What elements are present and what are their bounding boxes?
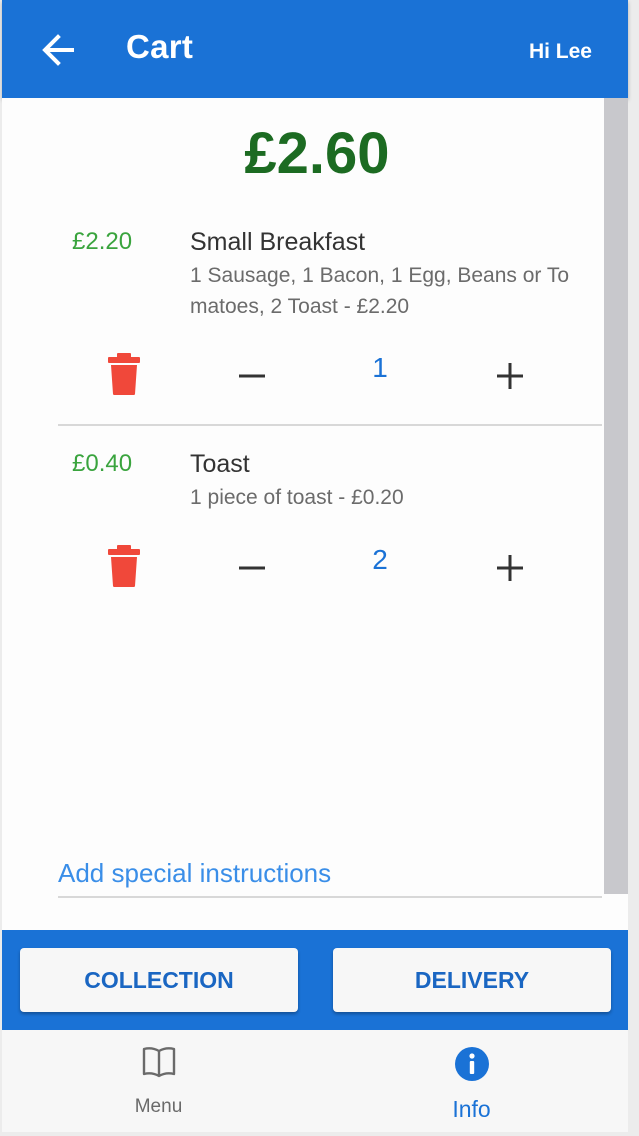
plus-icon: [497, 555, 523, 581]
book-icon: [142, 1047, 175, 1078]
minus-icon: [239, 566, 265, 570]
item-description: 1 piece of toast - £0.20: [190, 486, 404, 509]
increase-quantity-button[interactable]: [492, 550, 528, 586]
instructions-divider: [58, 896, 602, 898]
increase-quantity-button[interactable]: [492, 358, 528, 394]
quantity-value: 1: [372, 352, 388, 383]
quantity-value: 2: [372, 544, 388, 575]
minus-icon: [239, 374, 265, 378]
trash-icon: [108, 545, 140, 587]
collection-button[interactable]: COLLECTION: [20, 948, 298, 1012]
arrow-left-icon: [42, 34, 74, 66]
delivery-button[interactable]: DELIVERY: [333, 948, 611, 1012]
nav-item-info[interactable]: Info: [315, 1030, 628, 1132]
item-price: £0.40: [72, 450, 133, 477]
item-divider: [58, 424, 602, 426]
nav-label-menu: Menu: [134, 1096, 183, 1117]
order-type-bar: COLLECTION DELIVERY: [2, 930, 628, 1030]
cart-content: £2.60 £2.20 Small Breakfast 1 Sausage, 1…: [2, 98, 604, 930]
quantity-controls: 1: [58, 352, 602, 402]
scrollbar[interactable]: [604, 98, 628, 894]
back-button[interactable]: [38, 30, 78, 70]
app-bar: Cart Hi Lee: [2, 0, 628, 98]
bottom-navigation: Menu Info: [2, 1030, 628, 1132]
item-description: 1 Sausage, 1 Bacon, 1 Egg, Beans or Toma…: [190, 264, 570, 318]
decrease-quantity-button[interactable]: [234, 358, 270, 394]
cart-total: £2.60: [244, 121, 390, 186]
info-icon: [454, 1047, 489, 1081]
app-frame: Cart Hi Lee £2.60 £2.20 Small Breakfast …: [2, 0, 628, 1132]
item-name: Small Breakfast: [190, 228, 366, 256]
decrease-quantity-button[interactable]: [234, 550, 270, 586]
add-special-instructions-link[interactable]: Add special instructions: [58, 858, 331, 889]
item-price: £2.20: [72, 228, 133, 255]
page-title: Cart: [126, 28, 194, 65]
nav-item-menu[interactable]: Menu: [2, 1030, 315, 1132]
plus-icon: [497, 363, 523, 389]
delete-item-button[interactable]: [106, 352, 142, 396]
delete-item-button[interactable]: [106, 544, 142, 588]
trash-icon: [108, 353, 140, 395]
nav-label-info: Info: [452, 1096, 491, 1122]
user-greeting: Hi Lee: [528, 40, 592, 63]
quantity-controls: 2: [58, 544, 602, 594]
item-name: Toast: [190, 450, 250, 478]
